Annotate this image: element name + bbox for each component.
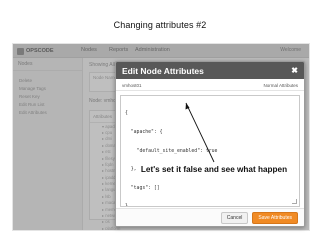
editor-line: "tags": [] — [125, 185, 160, 191]
editor-line: "default_site_enabled": true — [125, 148, 218, 154]
dialog-header: Edit Node Attributes ✖ — [116, 62, 304, 79]
editor-line: } — [125, 204, 128, 207]
annotation-text: Let's set it false and see what happen — [140, 165, 288, 174]
dialog-footer: Cancel Save Attributes — [116, 208, 304, 226]
dialog-title: Edit Node Attributes — [122, 65, 204, 76]
slide-title: Changing attributes #2 — [113, 20, 207, 30]
save-attributes-button[interactable]: Save Attributes — [252, 211, 298, 224]
edit-node-attributes-dialog: Edit Node Attributes ✖ vmhost01 Normal A… — [115, 61, 305, 227]
editor-line: { — [125, 111, 128, 117]
resize-handle[interactable] — [292, 199, 297, 204]
editor-line: "apache": { — [125, 130, 163, 136]
close-icon[interactable]: ✖ — [291, 66, 298, 75]
node-name-label: vmhost01 — [122, 83, 142, 88]
attribute-type-label[interactable]: Normal Attributes — [263, 83, 298, 88]
cancel-button[interactable]: Cancel — [220, 211, 249, 224]
dialog-subrow: vmhost01 Normal Attributes — [116, 81, 304, 91]
attributes-json-editor[interactable]: { "apache": { "default_site_enabled": tr… — [120, 95, 300, 207]
